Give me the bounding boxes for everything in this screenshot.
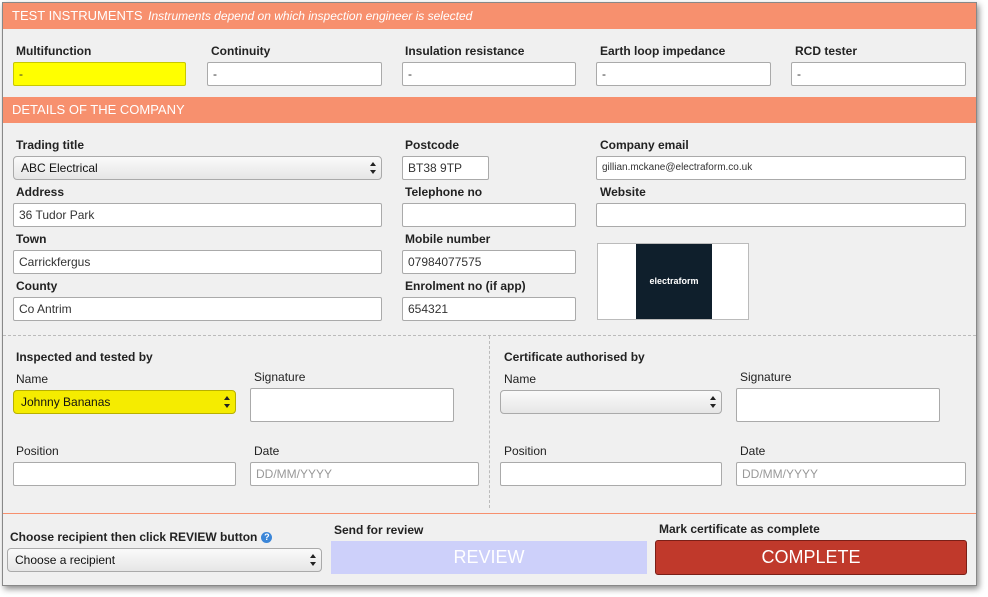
town-field[interactable]: Carrickfergus — [13, 250, 382, 274]
telephone-field[interactable] — [402, 203, 576, 227]
select-arrows-icon — [310, 553, 316, 567]
authorised-position-label: Position — [504, 444, 547, 458]
test-instruments-subtitle: Instruments depend on which inspection e… — [148, 9, 473, 23]
county-label: County — [16, 279, 58, 293]
select-arrows-icon — [710, 395, 716, 409]
company-logo-frame[interactable]: electraform — [597, 243, 749, 320]
inspected-title: Inspected and tested by — [16, 350, 153, 364]
select-arrows-icon — [370, 161, 376, 175]
county-field[interactable]: Co Antrim — [13, 297, 382, 321]
company-email-label: Company email — [600, 138, 689, 152]
trading-title-select[interactable]: ABC Electrical — [13, 156, 382, 180]
certificate-form: TEST INSTRUMENTS Instruments depend on w… — [2, 2, 977, 586]
help-icon[interactable]: ? — [261, 532, 273, 543]
continuity-field[interactable]: - — [207, 62, 382, 86]
inspected-date-field[interactable]: DD/MM/YYYY — [250, 462, 479, 486]
multifunction-field[interactable]: - — [13, 62, 186, 86]
rcd-tester-label: RCD tester — [795, 44, 858, 58]
insulation-resistance-field[interactable]: - — [402, 62, 576, 86]
inspected-name-label: Name — [16, 372, 49, 386]
authorised-date-field[interactable]: DD/MM/YYYY — [736, 462, 966, 486]
inspected-signature-pad[interactable] — [250, 388, 454, 422]
website-label: Website — [600, 185, 646, 199]
company-email-field[interactable]: gillian.mckane@electraform.co.uk — [596, 156, 966, 180]
earth-loop-impedance-field[interactable]: - — [596, 62, 771, 86]
trading-title-value: ABC Electrical — [21, 161, 98, 175]
column-divider — [489, 336, 490, 508]
mobile-field[interactable]: 07984077575 — [402, 250, 576, 274]
address-field[interactable]: 36 Tudor Park — [13, 203, 382, 227]
authorised-position-field[interactable] — [500, 462, 722, 486]
inspected-position-label: Position — [16, 444, 59, 458]
recipient-label-text: Choose recipient then click REVIEW butto… — [10, 530, 258, 544]
recipient-value: Choose a recipient — [15, 553, 116, 567]
recipient-label: Choose recipient then click REVIEW butto… — [10, 530, 273, 544]
review-button[interactable]: REVIEW — [331, 541, 647, 574]
multifunction-label: Multifunction — [16, 44, 92, 58]
town-label: Town — [16, 232, 47, 246]
rcd-tester-field[interactable]: - — [791, 62, 966, 86]
telephone-label: Telephone no — [405, 185, 483, 199]
trading-title-label: Trading title — [16, 138, 85, 152]
inspected-name-select[interactable]: Johnny Bananas — [13, 390, 236, 414]
postcode-field[interactable]: BT38 9TP — [402, 156, 489, 180]
company-header: DETAILS OF THE COMPANY — [3, 97, 976, 123]
inspected-position-field[interactable] — [13, 462, 236, 486]
authorised-date-label: Date — [740, 444, 766, 458]
authorised-title: Certificate authorised by — [504, 350, 645, 364]
footer-divider — [3, 513, 976, 514]
review-label: Send for review — [334, 523, 424, 537]
recipient-select[interactable]: Choose a recipient — [7, 548, 322, 572]
inspected-signature-label: Signature — [254, 370, 306, 384]
enrolment-label: Enrolment no (if app) — [405, 279, 526, 293]
continuity-label: Continuity — [211, 44, 271, 58]
select-arrows-icon — [224, 395, 230, 409]
website-field[interactable] — [596, 203, 966, 227]
test-instruments-header: TEST INSTRUMENTS Instruments depend on w… — [3, 3, 976, 29]
complete-button[interactable]: COMPLETE — [655, 540, 967, 575]
company-title: DETAILS OF THE COMPANY — [12, 102, 185, 117]
authorised-name-label: Name — [504, 372, 537, 386]
authorised-signature-pad[interactable] — [736, 388, 940, 422]
insulation-resistance-label: Insulation resistance — [405, 44, 525, 58]
earth-loop-impedance-label: Earth loop impedance — [600, 44, 726, 58]
postcode-label: Postcode — [405, 138, 460, 152]
enrolment-field[interactable]: 654321 — [402, 297, 576, 321]
address-label: Address — [16, 185, 65, 199]
authorised-signature-label: Signature — [740, 370, 792, 384]
authorised-name-select[interactable] — [500, 390, 722, 414]
complete-label: Mark certificate as complete — [659, 522, 820, 536]
company-logo: electraform — [636, 244, 712, 319]
test-instruments-title: TEST INSTRUMENTS — [12, 8, 143, 23]
inspected-name-value: Johnny Bananas — [21, 395, 111, 409]
inspected-date-label: Date — [254, 444, 280, 458]
mobile-label: Mobile number — [405, 232, 491, 246]
